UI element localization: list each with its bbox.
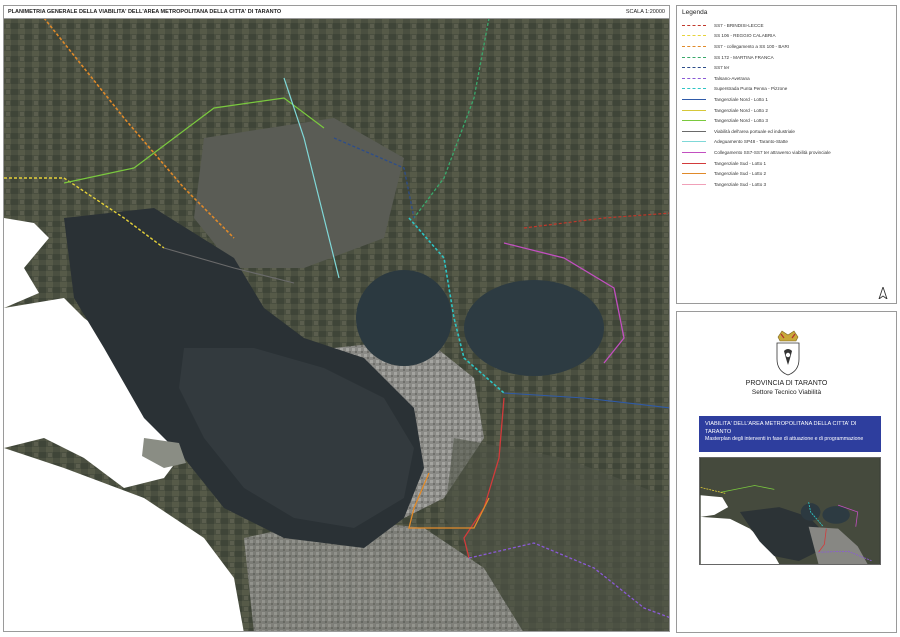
project-title-box: VIABILITA' DELL'AREA METROPOLITANA DELLA… [699, 416, 881, 452]
org-name: PROVINCIA DI TARANTO [745, 380, 828, 387]
legend-label: Collegamento SS7-SS7 ter attraverso viab… [714, 149, 831, 155]
legend-item: SS 172 - MARTINA FRANCA [682, 52, 892, 63]
legend-swatch [682, 130, 706, 132]
legend-label: SS7 - BRINDISI-LECCE [714, 22, 764, 28]
legend-item: Tangenziale Sud - Lotto 1 [682, 158, 892, 169]
project-title: VIABILITA' DELL'AREA METROPOLITANA DELLA… [705, 421, 857, 435]
legend-item: Superstrada Punta Penna - Pizzone [682, 84, 892, 95]
legend-label: Tangenziale Nord - Lotto 1 [714, 96, 768, 102]
legend-swatch [682, 162, 706, 164]
legend-item: Viabilità dell'area portuale ed industri… [682, 126, 892, 137]
legend-swatch [682, 173, 706, 175]
legend-panel: Legenda SS7 - BRINDISI-LECCE SS 106 - REG… [676, 5, 897, 304]
legend-list: SS7 - BRINDISI-LECCE SS 106 - REGGIO CALA… [682, 20, 892, 190]
legend-item: SS7 - collegamento a SS 100 - BARI [682, 41, 892, 52]
aerial-map[interactable] [4, 18, 670, 632]
legend-label: SS7 - collegamento a SS 100 - BARI [714, 43, 790, 49]
coat-of-arms-icon [776, 330, 800, 376]
north-arrow-icon [878, 287, 888, 299]
legend-swatch [682, 98, 706, 100]
legend-label: Tangenziale Sud - Lotto 3 [714, 181, 767, 187]
legend-label: Superstrada Punta Penna - Pizzone [714, 86, 788, 92]
legend-swatch [682, 141, 706, 143]
legend-item: Tangenziale Sud - Lotto 2 [682, 168, 892, 179]
legend-item: Tangenziale Nord - Lotto 3 [682, 115, 892, 126]
legend-label: Tangenziale Nord - Lotto 3 [714, 118, 768, 124]
legend-swatch [682, 120, 706, 122]
org-subtitle: Settore Tecnico Viabilità [751, 389, 822, 396]
map-frame: PLANIMETRIA GENERALE DELLA VIABILITA' DE… [3, 5, 670, 632]
legend-title: Legenda [682, 9, 708, 16]
legend-swatch [682, 151, 706, 153]
legend-swatch [682, 109, 706, 111]
legend-swatch [682, 24, 706, 26]
legend-item: SS7 - BRINDISI-LECCE [682, 20, 892, 31]
inset-map [699, 457, 881, 565]
map-header: PLANIMETRIA GENERALE DELLA VIABILITA' DE… [4, 6, 669, 19]
legend-label: Tangenziale Sud - Lotto 1 [714, 160, 767, 166]
legend-item: Talsano-Avetrana [682, 73, 892, 84]
legend-label: SS 172 - MARTINA FRANCA [714, 54, 774, 60]
map-title: PLANIMETRIA GENERALE DELLA VIABILITA' DE… [8, 9, 282, 15]
legend-item: Adeguamento SP48 - Taranto-Statte [682, 137, 892, 148]
legend-swatch [682, 183, 706, 185]
legend-label: Tangenziale Sud - Lotto 2 [714, 171, 767, 177]
legend-label: SS7 ter [714, 65, 730, 71]
legend-item: Tangenziale Nord - Lotto 2 [682, 105, 892, 116]
map-scale: SCALA 1:20000 [625, 9, 665, 15]
legend-label: SS 106 - REGGIO CALABRIA [714, 33, 776, 39]
legend-item: Collegamento SS7-SS7 ter attraverso viab… [682, 147, 892, 158]
project-subtitle: Masterplan degli interventi in fase di a… [705, 436, 864, 442]
legend-item: Tangenziale Nord - Lotto 1 [682, 94, 892, 105]
legend-swatch [682, 35, 706, 37]
legend-item: SS 106 - REGGIO CALABRIA [682, 31, 892, 42]
legend-swatch [682, 77, 706, 79]
legend-label: Adeguamento SP48 - Taranto-Statte [714, 139, 788, 145]
legend-swatch [682, 45, 706, 47]
info-panel: PROVINCIA DI TARANTO Settore Tecnico Via… [676, 311, 897, 633]
legend-item: SS7 ter [682, 62, 892, 73]
legend-label: Viabilità dell'area portuale ed industri… [714, 128, 795, 134]
legend-swatch [682, 67, 706, 69]
legend-label: Tangenziale Nord - Lotto 2 [714, 107, 768, 113]
legend-label: Talsano-Avetrana [714, 75, 750, 81]
legend-swatch [682, 88, 706, 90]
legend-swatch [682, 56, 706, 58]
legend-item: Tangenziale Sud - Lotto 3 [682, 179, 892, 190]
